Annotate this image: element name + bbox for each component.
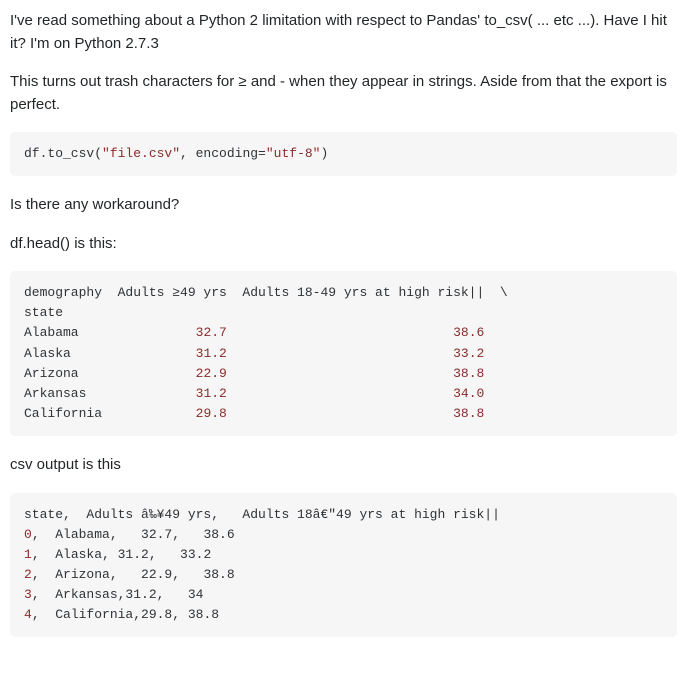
intro-paragraph-2: This turns out trash characters for ≥ an… bbox=[10, 71, 677, 116]
question-paragraph: Is there any workaround? bbox=[10, 194, 677, 217]
code-block-tocsv: df.to_csv("file.csv", encoding="utf-8") bbox=[10, 132, 677, 176]
code-block-dfhead: demography Adults ≥49 yrs Adults 18-49 y… bbox=[10, 271, 677, 436]
intro-paragraph-1: I've read something about a Python 2 lim… bbox=[10, 10, 677, 55]
code-text: ) bbox=[320, 146, 328, 161]
code-block-csvoutput: state, Adults â‰¥49 yrs, Adults 18â€"49 … bbox=[10, 493, 677, 638]
code-text: , encoding= bbox=[180, 146, 266, 161]
code-text: df.to_csv( bbox=[24, 146, 102, 161]
csvoutput-label: csv output is this bbox=[10, 454, 677, 477]
code-string: "file.csv" bbox=[102, 146, 180, 161]
code-string: "utf-8" bbox=[266, 146, 321, 161]
dfhead-label: df.head() is this: bbox=[10, 233, 677, 256]
